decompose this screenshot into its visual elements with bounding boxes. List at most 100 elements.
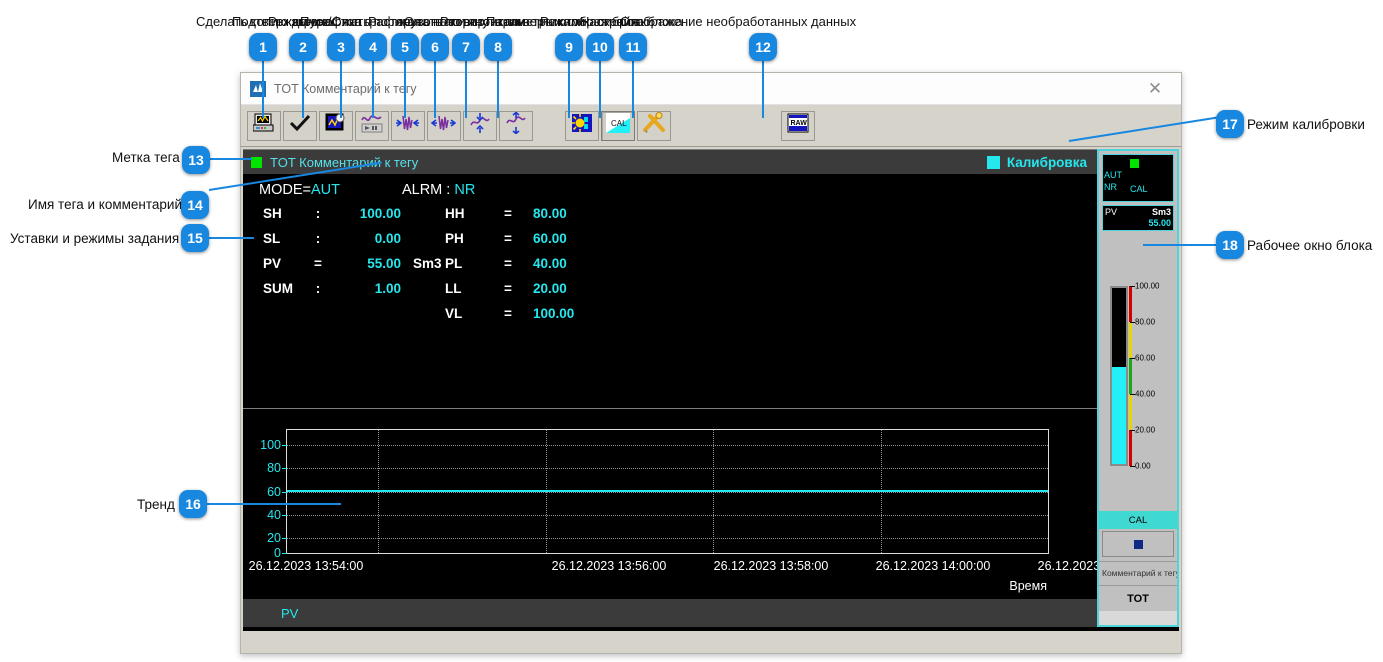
block-tag-button[interactable]: TOT: [1099, 585, 1177, 611]
param-unit: [401, 231, 445, 246]
compress-horizontal-button[interactable]: [391, 110, 425, 141]
x-tick-label: 26.12.2023 13:54:00: [248, 559, 364, 573]
callout-leader-2: [302, 60, 304, 118]
gridline-horizontal: [287, 445, 1048, 447]
callout-leader-8: [497, 60, 499, 118]
y-tick-mark: [282, 537, 287, 539]
x-tick-label: 26.12.2023 13:58:00: [713, 559, 829, 573]
callout-leader-10: [599, 60, 601, 118]
block-gauge: [1110, 286, 1128, 466]
param-value: 60.00: [533, 231, 567, 246]
param-key: SUM: [263, 281, 293, 296]
square-icon: [1133, 539, 1143, 549]
callout-leader-16: [207, 503, 341, 505]
block-pv-value: 55.00: [1148, 218, 1171, 228]
param-key: LL: [445, 281, 462, 296]
svg-text:RAW: RAW: [791, 120, 808, 127]
block-pv-unit: Sm3: [1151, 207, 1171, 217]
block-panel-pad: [1099, 611, 1177, 625]
calibration-label: Калибровка: [1006, 154, 1087, 170]
top-annotation-text: Отображение необработанных данных: [620, 14, 857, 29]
param-op: =: [504, 306, 512, 321]
grid-spacer: [327, 306, 401, 321]
close-icon[interactable]: ✕: [1137, 73, 1173, 105]
callout-leader-5: [404, 60, 406, 118]
param-value: 1.00: [374, 281, 401, 296]
y-tick-label: 80: [267, 461, 281, 476]
alarm-value: NR: [454, 182, 476, 198]
cal-icon: CAL: [606, 113, 630, 138]
raw-icon: RAW: [787, 113, 809, 138]
gridline-horizontal: [287, 537, 1048, 539]
arrows-out-vertical-icon: [504, 111, 528, 139]
raw-data-button[interactable]: RAW: [781, 110, 815, 141]
callout-badge-14: 14: [181, 191, 209, 219]
calibration-mode-button[interactable]: CAL: [601, 110, 635, 141]
chart-legend: PV: [243, 599, 1097, 627]
gauge-tick-label: 60.00: [1135, 353, 1156, 363]
y-tick-mark: [282, 514, 287, 516]
block-alarm: NR: [1104, 182, 1117, 192]
stripe-pl: [1129, 394, 1132, 430]
callout-badge-15: 15: [181, 224, 209, 252]
param-key: SL: [263, 231, 281, 246]
confirm-button[interactable]: [283, 110, 317, 141]
block-setup-button[interactable]: [637, 110, 671, 141]
toolbar: CAL RAW: [241, 105, 1181, 147]
callout-badge-3: 3: [327, 33, 355, 61]
mode-row: MODE= AUT ALRM : NR: [259, 182, 1097, 198]
parameter-grid: SH : 100.00 HH = 80.00 SL : 0.00 PH = 60…: [263, 206, 1097, 321]
block-comment: Комментарий к тегу: [1099, 561, 1177, 583]
tools-icon: [642, 112, 666, 139]
block-pv-label: PV: [1105, 207, 1118, 217]
callout-label-14: Имя тега и комментарий: [28, 197, 182, 212]
callout-badge-10: 10: [586, 33, 614, 61]
param-value: 55.00: [367, 256, 401, 271]
expand-horizontal-button[interactable]: [427, 110, 461, 141]
gridline-horizontal: [287, 514, 1048, 516]
param-value: 100.00: [533, 306, 575, 321]
window-bottom-strip: [243, 629, 1179, 651]
block-nav-box[interactable]: [1102, 531, 1174, 557]
callout-leader-7: [465, 60, 467, 118]
param-op: :: [315, 231, 321, 246]
callout-badge-12: 12: [749, 33, 777, 61]
gauge-tick-label: 40.00: [1135, 389, 1156, 399]
calibration-status-badge: Калибровка: [986, 150, 1087, 174]
gauge-fill: [1112, 367, 1126, 464]
callout-leader-6: [434, 60, 436, 118]
grid-spacer: [263, 306, 309, 321]
block-cal-strip[interactable]: CAL: [1099, 511, 1177, 529]
display-settings-button[interactable]: [565, 110, 599, 141]
param-key: PV: [263, 256, 282, 271]
graph-mode-button[interactable]: [319, 110, 353, 141]
param-unit: Sm3: [413, 256, 442, 271]
y-tick-mark: [282, 445, 287, 447]
screenshot-button[interactable]: [247, 110, 281, 141]
block-working-window[interactable]: AUT NR CAL PV Sm3 55.00 100.00 80.00 60.…: [1097, 149, 1179, 627]
tag-header: TOT Комментарий к тегу Калибровка: [243, 150, 1097, 174]
x-axis-title: Время: [1009, 579, 1047, 593]
stripe-hh: [1129, 286, 1132, 322]
alarm-key: ALRM :: [401, 182, 455, 198]
y-tick-mark: [282, 468, 287, 470]
y-tick-mark: [282, 553, 287, 554]
param-key: PL: [445, 256, 463, 271]
stripe-ll: [1129, 430, 1132, 466]
gauge-alarm-stripe: [1129, 286, 1132, 466]
param-value: 20.00: [533, 281, 567, 296]
dark-content-area: TOT Комментарий к тегу Калибровка MODE= A…: [243, 149, 1179, 651]
callout-badge-7: 7: [452, 33, 480, 61]
callout-label-17: Режим калибровки: [1247, 117, 1365, 132]
x-tick-label: 26.12.2023 13:56:00: [551, 559, 667, 573]
y-tick-label: 0: [274, 546, 281, 560]
callout-badge-13: 13: [182, 146, 210, 174]
expand-vertical-button[interactable]: [499, 110, 533, 141]
param-key: SH: [263, 206, 282, 221]
callout-label-18: Рабочее окно блока: [1247, 238, 1373, 253]
callout-leader-18: [1143, 244, 1218, 246]
y-tick-label: 100: [260, 438, 281, 453]
compress-vertical-button[interactable]: [463, 110, 497, 141]
param-op: :: [315, 206, 321, 221]
picture-zoom-icon: [325, 113, 347, 138]
